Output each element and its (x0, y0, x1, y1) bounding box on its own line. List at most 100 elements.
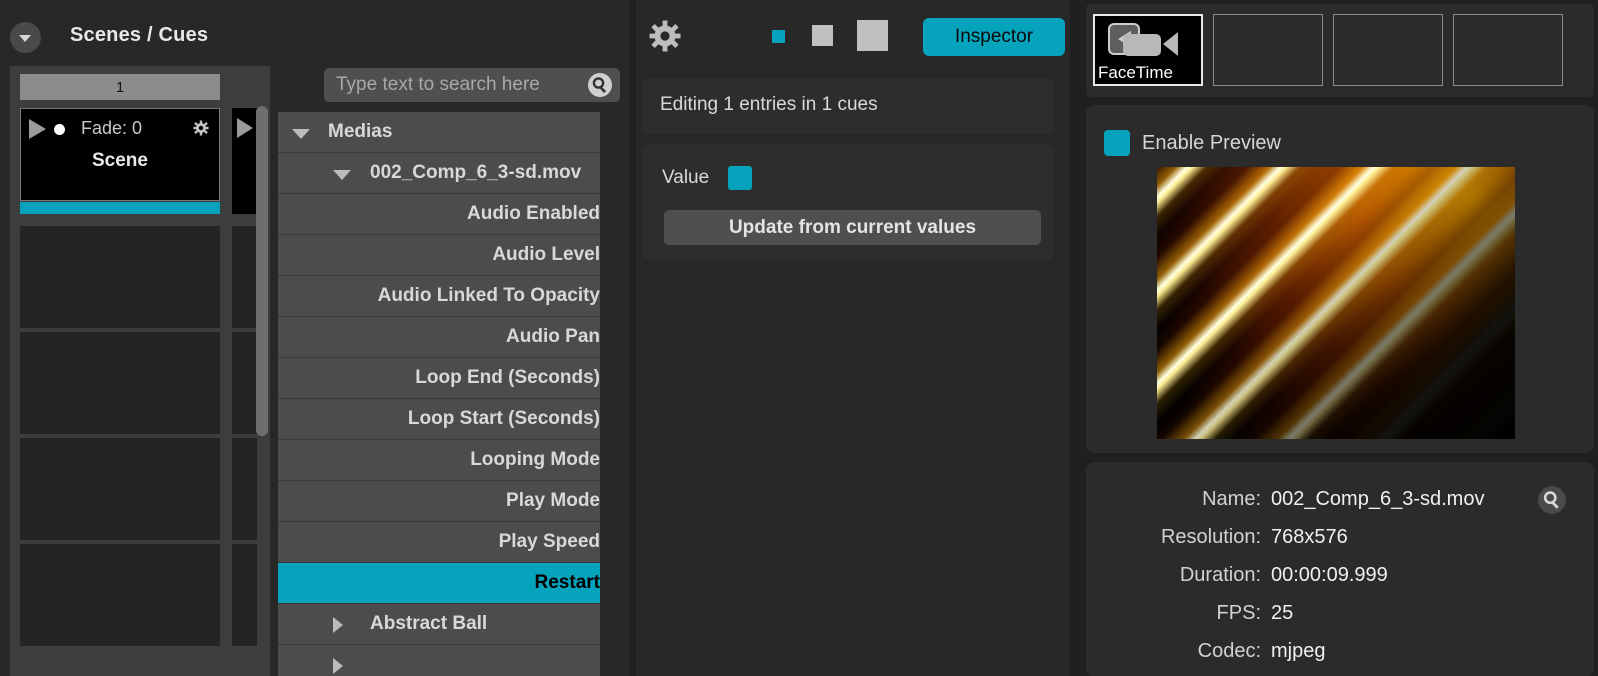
scene-empty-slot[interactable] (20, 544, 220, 646)
page-title: Scenes / Cues (70, 24, 209, 46)
enable-preview-row[interactable]: Enable Preview (1104, 130, 1281, 156)
chevron-down-glyph (19, 35, 31, 42)
tree-row[interactable]: Loop Start (Seconds) (278, 399, 600, 440)
scene-gear-icon[interactable] (191, 118, 211, 138)
tree-row[interactable]: Audio Pan (278, 317, 600, 358)
tree-row-label: Restart (534, 572, 600, 593)
gear-icon[interactable] (645, 16, 685, 56)
chevron-down-icon[interactable] (10, 22, 41, 53)
chevron-right-icon[interactable] (333, 658, 343, 674)
tree-row[interactable]: Abstract Ball (278, 604, 600, 645)
value-label: Value (662, 167, 710, 188)
tree-row[interactable]: Audio Level (278, 235, 600, 276)
tree-row-label: Audio Enabled (467, 203, 600, 224)
scene-empty-side[interactable] (232, 438, 257, 540)
tree-row-label: Medias (328, 121, 393, 142)
parameter-tree-panel: Type text to search here Medias 002_Comp_… (278, 0, 906, 676)
enable-preview-checkbox[interactable] (1104, 130, 1130, 156)
size-small-button[interactable] (772, 30, 785, 43)
tree-row[interactable]: Play Mode (278, 481, 600, 522)
tree-row[interactable]: Audio Enabled (278, 194, 600, 235)
chevron-down-icon[interactable] (292, 129, 310, 139)
media-info-label: FPS: (1216, 602, 1261, 624)
scene-fade-label: Fade: 0 (81, 118, 143, 138)
media-info-row: FPS: 25 (1086, 596, 1556, 631)
search-icon[interactable] (588, 73, 612, 97)
tree-row-label: Abstract Ball (370, 613, 488, 634)
tree-row-label: Looping Mode (470, 449, 600, 470)
scene-play-icon[interactable] (29, 119, 46, 139)
editing-status-text: Editing 1 entries in 1 cues (660, 94, 878, 115)
scene-side-play-column[interactable] (232, 108, 257, 214)
tree-row-label: Play Speed (498, 531, 600, 552)
tree-row-label: Audio Pan (506, 326, 600, 347)
search-placeholder: Type text to search here (336, 74, 540, 95)
tree-row-label: Loop Start (Seconds) (407, 408, 600, 429)
media-preview-image (1157, 167, 1515, 439)
tree-row-label: Audio Linked To Opacity (377, 285, 600, 306)
media-info-label: Resolution: (1160, 526, 1261, 548)
media-info-row: Resolution: 768x576 (1086, 520, 1556, 555)
tree-row[interactable] (278, 645, 600, 676)
tree-row[interactable]: Play Speed (278, 522, 600, 563)
scene-empty-slot[interactable] (20, 332, 220, 434)
editing-status-card: Editing 1 entries in 1 cues (642, 78, 1054, 134)
update-button-label: Update from current values (728, 216, 977, 238)
search-input[interactable]: Type text to search here (324, 68, 620, 102)
tree-row[interactable]: Medias (278, 112, 600, 153)
tree-row[interactable]: 002_Comp_6_3-sd.mov (278, 153, 600, 194)
panel-divider-right[interactable] (1070, 0, 1078, 676)
scene-empty-side[interactable] (232, 332, 257, 434)
media-info-label: Duration: (1179, 564, 1261, 586)
tree-row[interactable]: Restart (278, 563, 600, 604)
chevron-right-icon[interactable] (333, 617, 343, 633)
scene-record-dot-icon (54, 124, 65, 135)
media-info-label: Name: (1202, 488, 1261, 510)
media-info-card: Name: 002_Comp_6_3-sd.mov Resolution: 768x5… (1086, 462, 1594, 676)
scene-empty-side[interactable] (232, 226, 257, 328)
media-info-value: mjpeg (1271, 640, 1326, 662)
preview-panel: FaceTime Enable Preview Name: 002_Comp_6_… (1078, 0, 1598, 676)
tree-row-label: Play Mode (506, 490, 600, 511)
scenes-grid: 1 Fade: 0 Scene (10, 66, 270, 676)
thumbnail-label: FaceTime (1098, 63, 1173, 82)
scene-progress-bar (20, 202, 220, 214)
tree-row-label: Audio Level (492, 244, 600, 265)
scenes-vertical-scrollbar[interactable] (256, 106, 268, 436)
tree-row-label: 002_Comp_6_3-sd.mov (370, 162, 582, 183)
inspector-button-label: Inspector (954, 26, 1034, 47)
scene-empty-side[interactable] (232, 544, 257, 646)
tree-row[interactable]: Loop End (Seconds) (278, 358, 600, 399)
video-camera-icon (1107, 22, 1182, 58)
tree-row[interactable]: Audio Linked To Opacity (278, 276, 600, 317)
source-thumbnail-strip: FaceTime (1086, 4, 1594, 97)
scene-card[interactable]: Fade: 0 Scene (20, 108, 220, 201)
thumbnail-facetime[interactable]: FaceTime (1093, 14, 1203, 86)
media-info-row: Duration: 00:00:09.999 (1086, 558, 1556, 593)
media-info-row: Name: 002_Comp_6_3-sd.mov (1086, 482, 1556, 517)
chevron-down-icon[interactable] (333, 170, 351, 180)
value-card: Value Update from current values (642, 144, 1054, 260)
thumbnail-empty[interactable] (1453, 14, 1563, 86)
enable-preview-label: Enable Preview (1142, 131, 1281, 154)
scene-empty-slot[interactable] (20, 438, 220, 540)
media-info-value: 768x576 (1271, 526, 1348, 548)
scene-number-field[interactable]: 1 (20, 74, 220, 100)
media-info-value: 25 (1271, 602, 1294, 624)
update-from-current-values-button[interactable]: Update from current values (664, 210, 1041, 245)
media-info-value: 00:00:09.999 (1271, 564, 1388, 586)
scene-side-play-icon[interactable] (237, 118, 253, 138)
inspector-button[interactable]: Inspector (923, 18, 1065, 56)
tree-row[interactable]: Looping Mode (278, 440, 600, 481)
value-checkbox[interactable] (728, 166, 752, 190)
size-large-button[interactable] (857, 20, 888, 51)
preview-card: Enable Preview (1086, 105, 1594, 453)
inspector-panel: Editing 1 entries in 1 cues Value Update… (636, 66, 1078, 676)
size-medium-button[interactable] (812, 25, 833, 46)
scenes-cues-panel: 1 Fade: 0 Scene (0, 66, 278, 676)
media-info-row: Codec: mjpeg (1086, 634, 1556, 669)
thumbnail-empty[interactable] (1213, 14, 1323, 86)
tree-list: Medias 002_Comp_6_3-sd.mov Audio Enabled Au… (278, 112, 600, 676)
scene-empty-slot[interactable] (20, 226, 220, 328)
thumbnail-empty[interactable] (1333, 14, 1443, 86)
